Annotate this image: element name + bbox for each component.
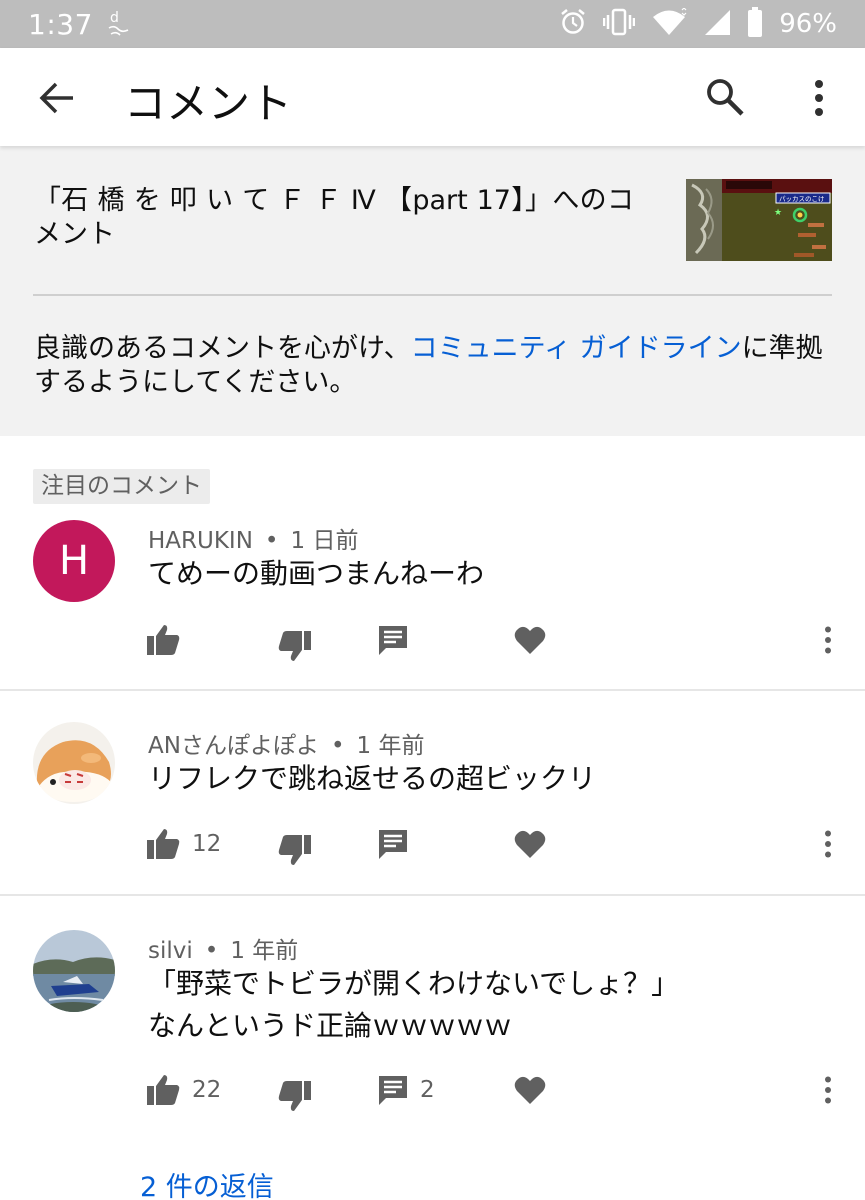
avatar[interactable] xyxy=(33,722,115,804)
app-bar: コメント xyxy=(0,48,865,146)
comment-menu-button[interactable] xyxy=(818,824,838,864)
like-button[interactable] xyxy=(146,620,192,660)
heart-button[interactable] xyxy=(514,824,546,864)
comment-author[interactable]: silvi xyxy=(148,938,193,964)
heart-button[interactable] xyxy=(514,1070,546,1110)
like-count: 12 xyxy=(192,831,222,857)
comment-author[interactable]: HARUKIN xyxy=(148,528,253,554)
more-options-button[interactable] xyxy=(796,72,842,124)
more-vert-icon xyxy=(825,626,831,654)
heart-icon xyxy=(514,626,546,654)
like-count: 22 xyxy=(192,1077,222,1103)
comment-time: 1 日前 xyxy=(290,528,359,554)
header-divider xyxy=(33,294,832,296)
reply-button[interactable] xyxy=(378,620,420,660)
search-icon xyxy=(707,79,744,116)
like-button[interactable]: 12 xyxy=(146,824,221,864)
status-time: 1:37 xyxy=(28,8,93,41)
comment-text: リフレクで跳ね返せるの超ビックリ xyxy=(148,758,596,800)
reply-button[interactable]: 2 xyxy=(378,1070,435,1110)
heart-button[interactable] xyxy=(514,620,546,660)
heart-icon xyxy=(514,830,546,858)
avatar[interactable] xyxy=(33,930,115,1012)
thumbs-up-icon xyxy=(147,1075,180,1105)
meta-separator: • xyxy=(264,528,279,554)
comment-text-line: 「野菜でトビラが開くわけないでしょ？」 xyxy=(148,967,680,1000)
guideline-notice: 良識のあるコメントを心がけ、コミュニティ ガイドラインに準拠するようにしてくださ… xyxy=(34,332,834,400)
comment-meta: silvi • 1 年前 xyxy=(148,931,298,965)
meta-separator: • xyxy=(330,733,345,759)
thumbs-down-icon xyxy=(278,631,311,661)
vibrate-icon xyxy=(602,8,636,40)
comment-divider xyxy=(0,689,865,691)
video-header: 「石 橋 を 叩 い て Ｆ Ｆ Ⅳ 【part 17】」へのコメント パッカス… xyxy=(0,146,865,436)
battery-percent: 96% xyxy=(779,9,837,39)
back-arrow-icon xyxy=(39,82,73,114)
comment-author[interactable]: ANさんぽよぽよ xyxy=(148,733,319,759)
reply-count: 2 xyxy=(420,1077,435,1103)
more-vert-icon xyxy=(825,1076,831,1104)
thumbs-up-icon xyxy=(147,829,180,859)
comment-meta: ANさんぽよぽよ • 1 年前 xyxy=(148,726,424,760)
dislike-button[interactable] xyxy=(278,620,312,661)
comment-time: 1 年前 xyxy=(356,733,425,759)
alarm-icon xyxy=(559,8,587,40)
signal-icon xyxy=(703,8,731,40)
dislike-button[interactable] xyxy=(278,824,312,865)
more-vert-icon xyxy=(815,80,823,116)
comment-text-line: てめーの動画つまんねーわ xyxy=(148,557,485,590)
comment-divider xyxy=(0,894,865,896)
comment-icon xyxy=(379,1076,407,1105)
like-button[interactable]: 22 xyxy=(146,1070,221,1110)
comment-time: 1 年前 xyxy=(230,938,299,964)
comment-icon xyxy=(379,626,407,655)
svg-text:d: d xyxy=(110,10,119,26)
thumbs-up-icon xyxy=(147,625,180,655)
comment-text-line: なんというド正論ｗｗｗｗｗ xyxy=(148,1009,513,1042)
comment-text-line: リフレクで跳ね返せるの超ビックリ xyxy=(148,762,597,795)
guideline-text-prefix: 良識のあるコメントを心がけ、 xyxy=(34,333,411,364)
more-vert-icon xyxy=(825,830,831,858)
docomo-d-icon: d xyxy=(106,8,132,40)
comment-icon xyxy=(379,830,407,859)
status-bar: 1:37 d 96% xyxy=(0,0,865,48)
back-button[interactable] xyxy=(30,73,84,123)
meta-separator: • xyxy=(204,938,219,964)
heart-icon xyxy=(514,1076,546,1104)
comment-text: 「野菜でトビラが開くわけないでしょ？」 なんというド正論ｗｗｗｗｗ xyxy=(148,963,679,1047)
thumbnail-badge: パッカスのこけ xyxy=(779,195,825,203)
community-guidelines-link[interactable]: コミュニティ ガイドライン xyxy=(411,333,742,364)
comment-menu-button[interactable] xyxy=(818,620,838,660)
comment-text: てめーの動画つまんねーわ xyxy=(148,553,484,595)
video-title: 「石 橋 を 叩 い て Ｆ Ｆ Ⅳ 【part 17】」へのコメント xyxy=(34,185,634,250)
comment-actions: 22 2 xyxy=(0,1070,865,1111)
wifi-icon xyxy=(651,7,687,40)
view-replies-link[interactable]: 2 件の返信 xyxy=(140,1165,274,1200)
svg-text:★: ★ xyxy=(774,208,782,218)
comment-actions xyxy=(0,620,865,661)
video-thumbnail[interactable]: パッカスのこけ ★ xyxy=(686,179,832,261)
comment-actions: 12 xyxy=(0,824,865,865)
avatar[interactable]: H xyxy=(33,520,115,602)
comment-meta: HARUKIN • 1 日前 xyxy=(148,521,358,555)
search-button[interactable] xyxy=(700,72,750,122)
page-title: コメント xyxy=(124,79,293,128)
dislike-button[interactable] xyxy=(278,1070,312,1111)
thumbs-down-icon xyxy=(278,1081,311,1111)
comment-menu-button[interactable] xyxy=(818,1070,838,1110)
thumbs-down-icon xyxy=(278,835,311,865)
battery-icon xyxy=(747,7,763,41)
reply-button[interactable] xyxy=(378,824,420,864)
top-comments-label: 注目のコメント xyxy=(33,469,210,504)
